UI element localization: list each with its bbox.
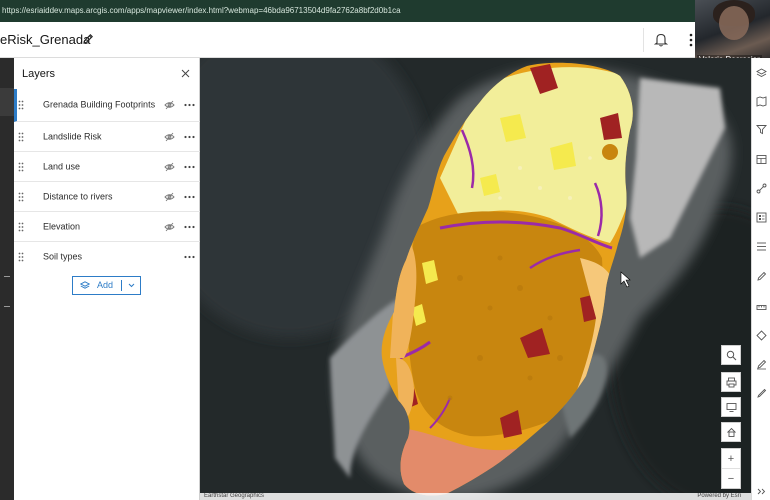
left-action-bar: [0, 58, 14, 500]
layers-action-active[interactable]: [0, 88, 14, 116]
basemap-tool-icon[interactable]: [756, 96, 767, 107]
app-header: eRisk_Grenada: [0, 22, 770, 58]
action-marker: [4, 306, 10, 307]
layer-name: Land use: [43, 161, 81, 171]
sketch-tool-icon[interactable]: [756, 271, 767, 282]
legend-tool-icon[interactable]: [756, 212, 767, 223]
layer-options-icon[interactable]: [184, 255, 195, 259]
zoom-out-button[interactable]: −: [722, 469, 740, 489]
search-icon: [726, 350, 737, 361]
map-home-button[interactable]: [721, 422, 741, 442]
eye-off-icon[interactable]: [164, 100, 175, 110]
layer-name: Soil types: [43, 251, 83, 262]
layer-options-icon[interactable]: [184, 103, 195, 107]
layer-options-icon[interactable]: [184, 135, 195, 139]
filter-tool-icon[interactable]: [756, 124, 767, 135]
map-fullscreen-button[interactable]: [721, 397, 741, 417]
layer-name: Grenada Building Footprints: [43, 99, 156, 110]
print-icon: [726, 377, 737, 388]
close-icon[interactable]: [181, 69, 190, 78]
app-window: https://esriaiddev.maps.arcgis.com/apps/…: [0, 0, 770, 500]
drag-handle-icon[interactable]: [18, 132, 24, 142]
screen-icon: [726, 403, 737, 412]
add-button-divider: [121, 280, 122, 291]
settings-tool-icon[interactable]: [756, 388, 767, 399]
table-tool-icon[interactable]: [756, 154, 767, 165]
layers-tool-icon[interactable]: [756, 68, 767, 79]
webcam-overlay: Valerie Desrosier: [695, 0, 770, 66]
drag-handle-icon[interactable]: [18, 162, 24, 172]
directions-tool-icon[interactable]: [756, 330, 767, 341]
right-tool-bar: [751, 58, 770, 500]
layer-options-icon[interactable]: [184, 225, 195, 229]
collapse-toolbar-icon[interactable]: [756, 486, 767, 497]
action-marker: [4, 276, 10, 277]
map-canvas[interactable]: [200, 58, 751, 500]
eye-off-icon[interactable]: [164, 222, 175, 232]
layer-item-land-use[interactable]: Land use: [14, 152, 200, 182]
edit-tool-icon[interactable]: [756, 359, 767, 370]
layer-item-landslide-risk[interactable]: Landslide Risk: [14, 122, 200, 152]
layer-list: Grenada Building Footprints Landslide Ri…: [14, 89, 200, 272]
webcam-face: [719, 6, 749, 40]
drag-handle-icon[interactable]: [18, 100, 24, 110]
eye-off-icon[interactable]: [164, 132, 175, 142]
layer-name: Elevation: [43, 221, 81, 231]
zoom-in-button[interactable]: +: [722, 449, 740, 469]
layer-name: Distance to rivers: [43, 191, 113, 201]
more-icon[interactable]: [688, 32, 694, 48]
layers-icon: [80, 281, 90, 289]
drag-handle-icon[interactable]: [18, 252, 24, 262]
attribution-powered-by[interactable]: Powered by Esri: [697, 493, 741, 500]
edit-icon[interactable]: [82, 33, 94, 45]
map-search-button[interactable]: [721, 345, 741, 365]
layer-name: Landslide Risk: [43, 131, 102, 141]
add-layer-button[interactable]: Add: [73, 277, 121, 294]
bell-icon[interactable]: [654, 32, 668, 47]
eye-off-icon[interactable]: [164, 192, 175, 202]
header-divider: [643, 28, 644, 52]
map-view[interactable]: + − Earthstar Geographics Powered by Esr…: [200, 58, 751, 500]
eye-off-icon[interactable]: [164, 162, 175, 172]
zoom-controls: + −: [721, 448, 741, 489]
drag-handle-icon[interactable]: [18, 222, 24, 232]
home-icon: [727, 427, 736, 437]
bookmarks-tool-icon[interactable]: [756, 241, 767, 252]
add-layer-group: Add: [72, 276, 141, 295]
map-attribution: Earthstar Geographics Powered by Esri: [200, 493, 751, 500]
chevron-down-icon[interactable]: [123, 277, 140, 294]
attribution-source: Earthstar Geographics: [204, 493, 265, 499]
browser-url-bar[interactable]: https://esriaiddev.maps.arcgis.com/apps/…: [0, 0, 770, 22]
add-layer-label: Add: [97, 280, 114, 290]
analysis-tool-icon[interactable]: [756, 183, 767, 194]
drag-handle-icon[interactable]: [18, 192, 24, 202]
layers-panel: Layers Grenada Building Footprints Lands…: [14, 58, 200, 500]
map-title: eRisk_Grenada: [0, 32, 91, 47]
layer-item-distance-to-rivers[interactable]: Distance to rivers: [14, 182, 200, 212]
map-print-button[interactable]: [721, 372, 741, 392]
layer-item-elevation[interactable]: Elevation: [14, 212, 200, 242]
layer-item-soil-types[interactable]: Soil types: [14, 242, 200, 272]
layer-options-icon[interactable]: [184, 195, 195, 199]
layer-options-icon[interactable]: [184, 165, 195, 169]
panel-title: Layers: [22, 68, 56, 80]
measure-tool-icon[interactable]: [756, 302, 767, 313]
layer-item-building-footprints[interactable]: Grenada Building Footprints: [14, 89, 200, 122]
